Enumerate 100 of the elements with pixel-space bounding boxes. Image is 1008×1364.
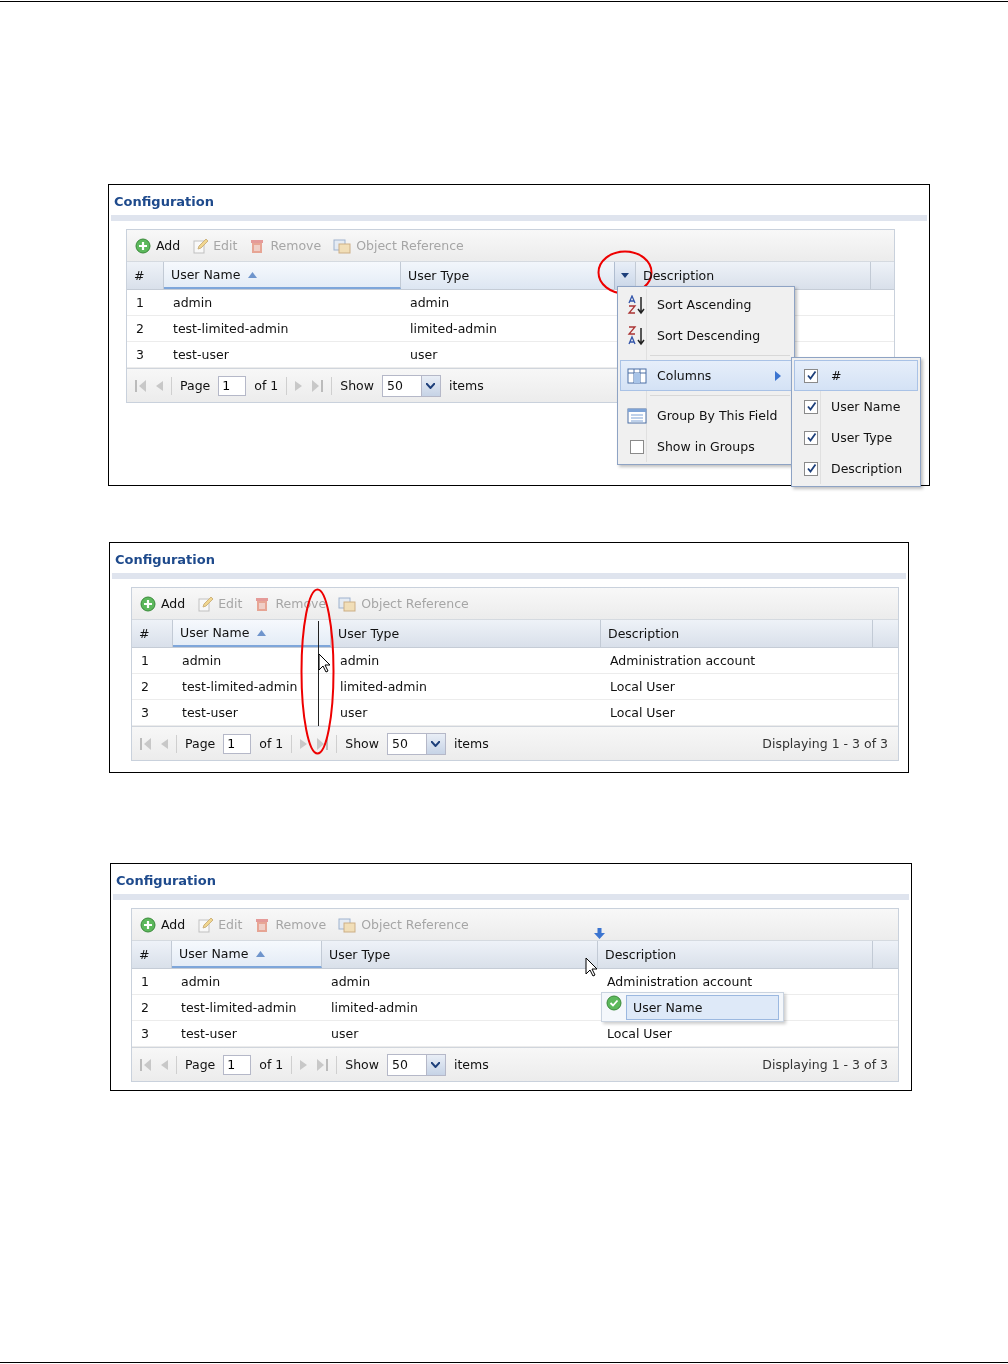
sort-descending-icon [627,325,647,346]
table-cell: 2 [136,321,144,336]
checkbox[interactable] [804,399,818,414]
previous-page-button[interactable] [160,738,168,749]
table-cell: admin [173,295,213,310]
show-label: Show [340,378,374,393]
caret-icon [426,382,436,389]
table-cell: test-limited-admin [182,679,298,694]
panel-title: Configuration [115,872,217,890]
table-cell: 3 [136,347,144,362]
column-header[interactable]: User Name [164,262,401,289]
column-header[interactable]: User Name [172,941,322,968]
columns-icon [627,367,647,384]
trash-icon [254,916,271,933]
plus-icon [140,916,156,933]
next-page-button[interactable] [300,738,309,749]
table-cell: Local User [610,679,675,694]
page-field[interactable]: 1 [223,733,252,754]
toolbar-button[interactable]: Add [140,916,186,933]
panel-title: Configuration [113,193,215,211]
cursor-icon [318,653,331,673]
paging-status: Displaying 1 - 3 of 3 [762,1057,888,1072]
table-cell: 1 [141,653,149,668]
checkbox[interactable] [804,461,818,476]
table-cell: test-limited-admin [181,1000,297,1015]
page-label: Page [185,736,216,751]
page-count: of 1 [254,378,279,393]
menu-item[interactable]: Show in Groups [620,431,792,462]
table-cell: limited-admin [331,1000,418,1015]
table-cell: test-user [173,347,229,362]
trash-icon [254,595,271,612]
first-page-button[interactable] [135,378,147,393]
drag-label: User Name [626,994,779,1020]
sort-arrow-icon [256,950,266,957]
table-cell: Local User [610,705,675,720]
previous-page-button[interactable] [155,380,163,391]
table-cell: 1 [141,974,149,989]
page-size-dropdown[interactable]: 50 [387,732,446,755]
menu-item[interactable]: Group By This Field [620,400,792,431]
plus-icon [135,237,151,254]
table-cell: Local User [607,1026,672,1041]
table-cell: 1 [136,295,144,310]
sort-arrow-icon [257,629,267,636]
checkbox[interactable] [804,430,818,445]
previous-page-button[interactable] [160,1059,168,1070]
paging-status: Displaying 1 - 3 of 3 [762,736,888,751]
documents-icon [338,595,357,612]
table-cell: admin [340,653,380,668]
first-page-button[interactable] [140,736,152,751]
menu-item[interactable]: Sort Ascending [620,289,792,320]
table-cell: admin [331,974,371,989]
menu-item[interactable]: # [794,360,918,391]
table-icon [627,407,647,424]
plus-icon [140,595,156,612]
show-label: Show [345,736,379,751]
table-cell: 2 [141,679,149,694]
page-label: Page [180,378,211,393]
menu-item[interactable]: Sort Descending [620,320,792,351]
column-header[interactable]: User Type [331,620,601,647]
table-cell: admin [182,653,222,668]
toolbar-button[interactable]: Add [135,237,181,254]
items-label: items [454,1057,489,1072]
menu-item[interactable]: Columns [620,360,792,391]
last-page-button[interactable] [316,1057,329,1072]
table-cell: Administration account [607,974,753,989]
table-cell: 2 [141,1000,149,1015]
table-cell: Administration account [610,653,756,668]
table-cell: test-user [182,705,238,720]
first-page-button[interactable] [140,1057,152,1072]
page-size-dropdown[interactable]: 50 [387,1053,446,1076]
column-header[interactable]: Description [598,941,873,968]
items-label: items [454,736,489,751]
column-header[interactable]: User Type [401,262,636,289]
page-label: Page [185,1057,216,1072]
show-label: Show [345,1057,379,1072]
caret-icon [621,273,629,278]
last-page-button[interactable] [311,378,324,393]
documents-icon [333,237,352,254]
column-header[interactable]: User Name [173,620,331,647]
page-size-dropdown[interactable]: 50 [382,374,441,397]
menu-item[interactable]: Description [794,453,918,484]
caret-icon [431,740,441,747]
check-circle-icon [606,995,622,1011]
checkbox[interactable] [630,439,644,454]
page-count: of 1 [259,1057,284,1072]
page-field[interactable]: 1 [218,375,247,396]
pencil-icon [197,595,214,612]
checkbox[interactable] [804,368,818,383]
table-cell: 3 [141,1026,149,1041]
column-header[interactable]: Description [601,620,873,647]
last-page-button[interactable] [316,736,329,751]
menu-item[interactable]: User Type [794,422,918,453]
page-field[interactable]: 1 [223,1054,252,1075]
menu-item[interactable]: User Name [794,391,918,422]
toolbar-button[interactable]: Add [140,595,186,612]
submenu-arrow-icon [775,370,781,381]
sort-arrow-icon [248,271,258,278]
sort-ascending-icon [627,294,647,315]
pencil-icon [197,916,214,933]
panel-title: Configuration [114,551,216,569]
